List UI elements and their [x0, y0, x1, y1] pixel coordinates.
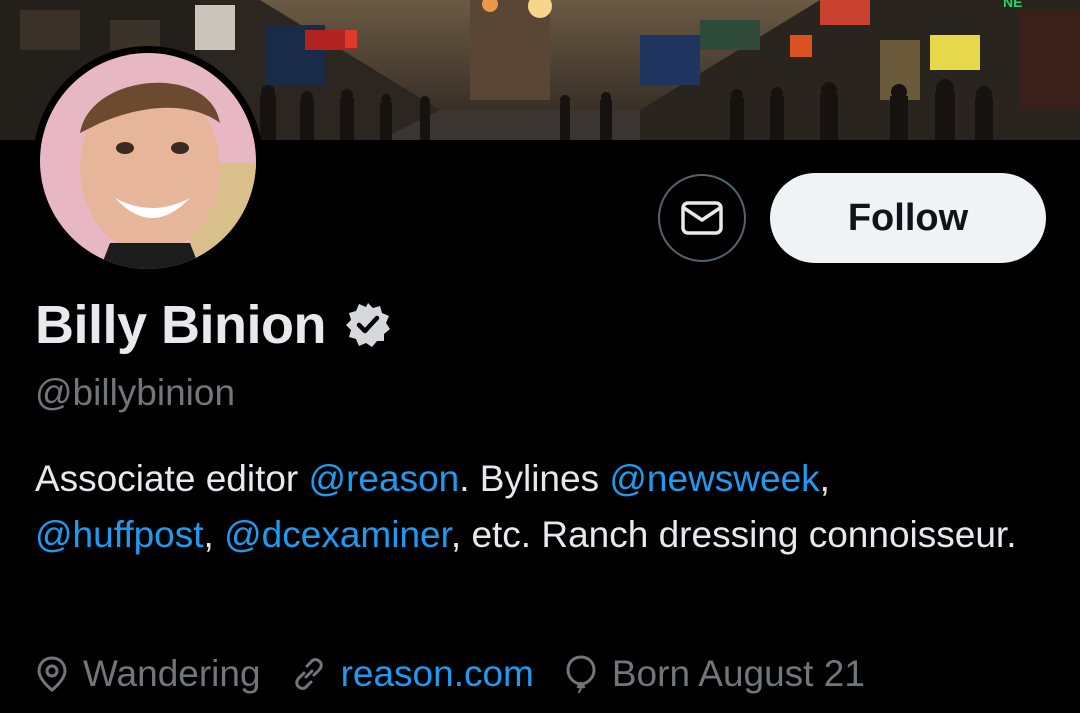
verified-badge-shape [346, 303, 390, 347]
mention-reason-link[interactable]: @reason [309, 458, 460, 499]
profile-avatar[interactable] [33, 46, 263, 276]
location-item: Wandering [35, 653, 261, 695]
mention-dcexaminer-link[interactable]: @dcexaminer [224, 514, 451, 555]
profile-bio: Associate editor @reason. Bylines @newsw… [35, 451, 1045, 563]
name-row: Billy Binion [35, 290, 392, 360]
avatar-photo [40, 53, 256, 269]
verified-badge-icon[interactable] [344, 301, 392, 349]
website-link[interactable]: reason.com [341, 653, 534, 695]
mention-huffpost-link[interactable]: @huffpost [35, 514, 204, 555]
bio-text: Associate editor [35, 458, 309, 499]
location-text: Wandering [83, 653, 261, 694]
link-icon [294, 658, 323, 690]
bio-text: , etc. Ranch dressing connoisseur. [450, 514, 1017, 555]
banner-sign-text: NE [1003, 0, 1022, 10]
profile-meta-row: Wandering reason.com Born August 21 [35, 648, 895, 700]
location-pin-icon [37, 656, 67, 692]
bio-text: , [203, 514, 225, 555]
envelope-icon [681, 201, 723, 235]
mention-newsweek-link[interactable]: @newsweek [609, 458, 819, 499]
balloon-icon [566, 655, 596, 694]
display-name: Billy Binion [35, 295, 327, 355]
birthday-item: Born August 21 [564, 653, 865, 695]
bio-text: . Bylines [459, 458, 610, 499]
bio-text: , [819, 458, 830, 499]
website-item: reason.com [291, 653, 534, 695]
profile-handle: @billybinion [35, 372, 236, 413]
message-button[interactable] [658, 174, 746, 262]
follow-button[interactable]: Follow [770, 173, 1046, 263]
birthday-text: Born August 21 [611, 653, 865, 694]
